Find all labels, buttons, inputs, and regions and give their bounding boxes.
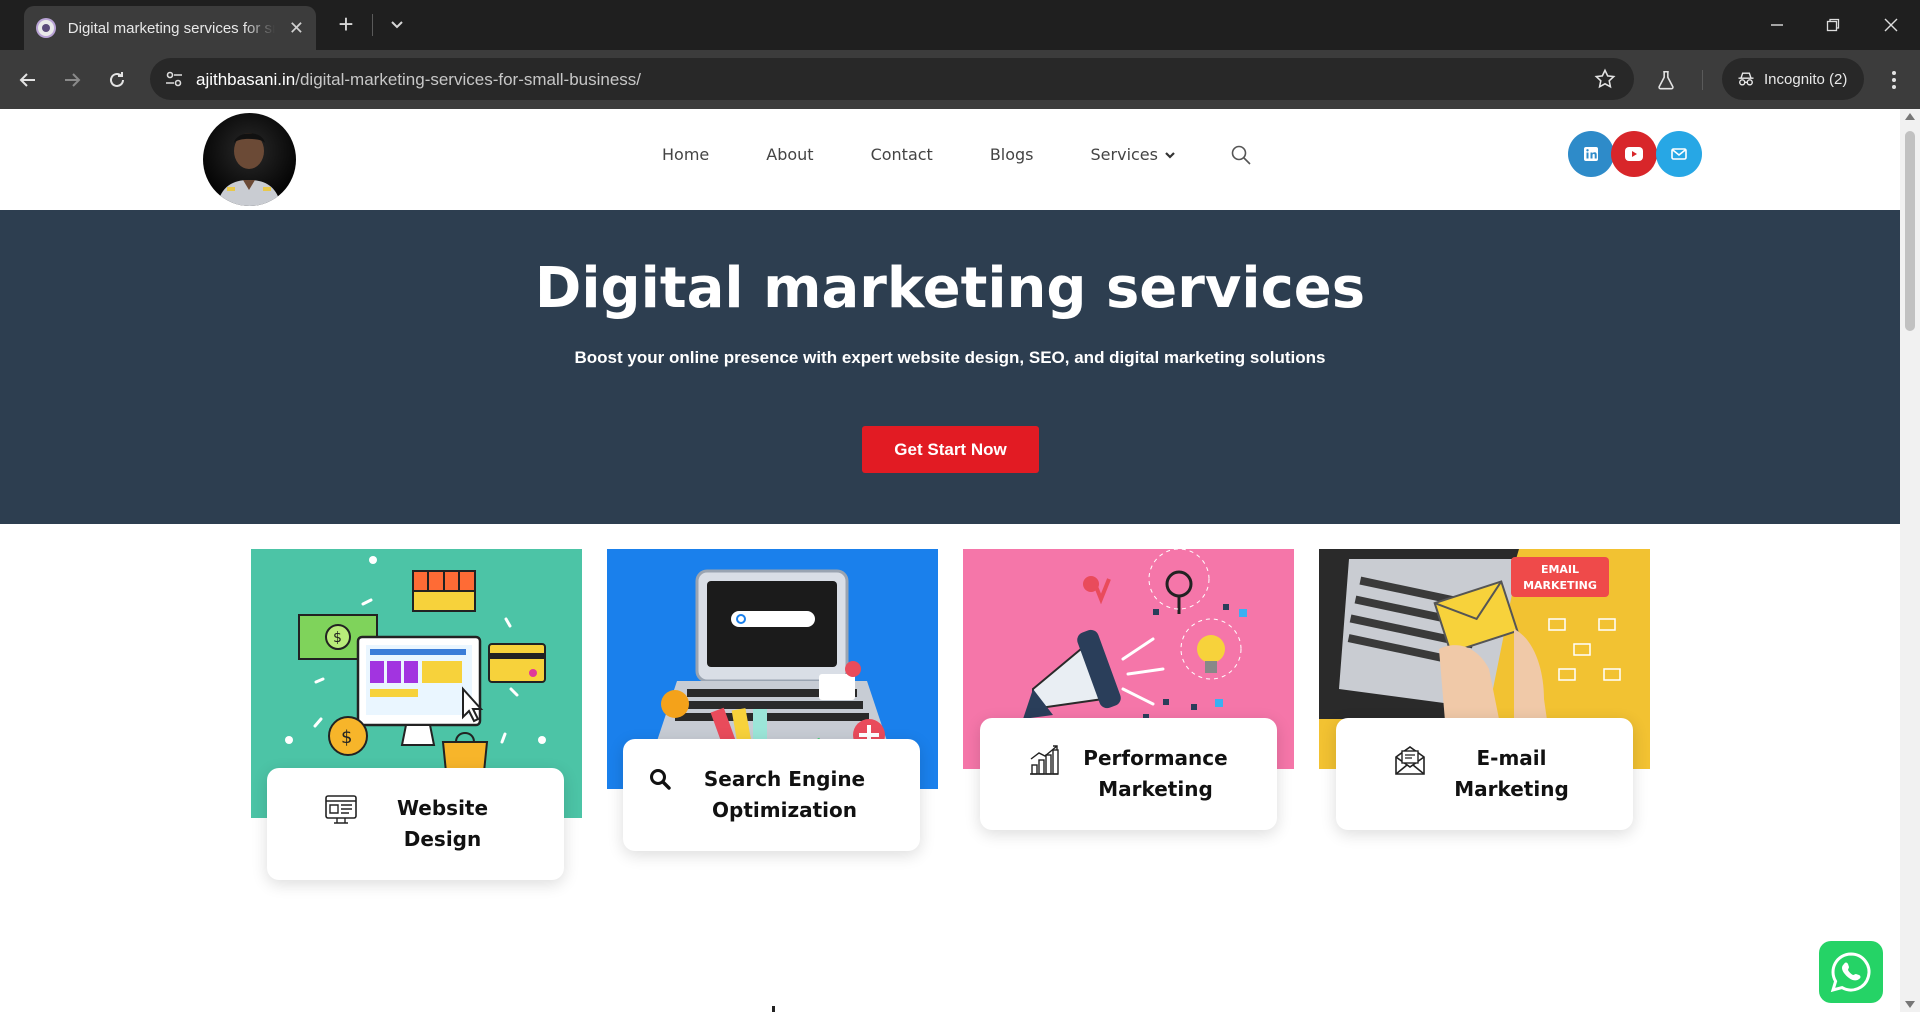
hero-section: Digital marketing services Boost your on… — [0, 210, 1900, 524]
hero-title: Digital marketing services — [534, 256, 1366, 321]
website-design-icon — [324, 795, 357, 824]
toolbar-divider — [1702, 70, 1703, 90]
whatsapp-chat-button[interactable] — [1819, 941, 1883, 1003]
main-nav: Home About Contact Blogs Services — [662, 145, 1233, 164]
site-header: Home About Contact Blogs Services — [0, 109, 1900, 210]
tab-divider — [372, 14, 373, 36]
browser-tab[interactable]: Digital marketing services for small bus… — [24, 6, 316, 50]
nav-home[interactable]: Home — [662, 145, 709, 164]
service-card-email-marketing[interactable]: E-mail Marketing — [1336, 718, 1633, 830]
incognito-button[interactable]: Incognito (2) — [1722, 58, 1864, 100]
nav-services[interactable]: Services — [1091, 145, 1176, 164]
reload-icon[interactable] — [101, 64, 133, 96]
svg-text:$: $ — [341, 727, 352, 748]
svg-text:$: $ — [333, 630, 342, 646]
nav-blogs[interactable]: Blogs — [990, 145, 1034, 164]
youtube-icon[interactable] — [1611, 131, 1657, 177]
service-card-seo[interactable]: Search Engine Optimization — [623, 739, 920, 851]
email-marketing-badge-line1: EMAIL — [1541, 563, 1579, 576]
bookmark-star-icon[interactable] — [1594, 68, 1616, 90]
address-bar[interactable]: ajithbasani.in/digital-marketing-service… — [150, 58, 1634, 100]
url-path: /digital-marketing-services-for-small-bu… — [295, 70, 642, 89]
hero-subtitle: Boost your online presence with expert w… — [574, 348, 1326, 367]
nav-contact[interactable]: Contact — [871, 145, 933, 164]
browser-menu-icon[interactable] — [1880, 64, 1908, 96]
browser-tabstrip: Digital marketing services for small bus… — [0, 0, 1920, 50]
service-label: Website Design — [324, 793, 508, 855]
email-envelope-icon — [1394, 746, 1425, 775]
get-started-button[interactable]: Get Start Now — [862, 426, 1039, 473]
scrollbar-thumb[interactable] — [1905, 131, 1915, 331]
linkedin-icon[interactable] — [1568, 131, 1614, 177]
whatsapp-icon — [1830, 952, 1871, 993]
url-host: ajithbasani.in — [196, 70, 296, 89]
service-label: Performance Marketing — [1027, 743, 1231, 805]
restore-window-icon[interactable] — [1810, 8, 1856, 42]
search-icon[interactable] — [1230, 144, 1252, 166]
email-marketing-badge-line2: MARKETING — [1523, 579, 1597, 592]
page-viewport: Home About Contact Blogs Services Digita… — [0, 109, 1900, 1012]
email-icon[interactable] — [1656, 131, 1702, 177]
service-card-performance-marketing[interactable]: Performance Marketing — [980, 718, 1277, 830]
service-label: Search Engine Optimization — [649, 764, 895, 826]
tab-title: Digital marketing services for small bus… — [67, 19, 275, 37]
service-label: E-mail Marketing — [1393, 743, 1577, 805]
close-window-icon[interactable] — [1868, 8, 1914, 42]
browser-toolbar: ajithbasani.in/digital-marketing-service… — [0, 50, 1920, 109]
nav-about[interactable]: About — [766, 145, 813, 164]
back-icon[interactable] — [12, 64, 44, 96]
bar-chart-icon — [1029, 745, 1059, 775]
scroll-up-arrow-icon[interactable] — [1905, 113, 1915, 120]
nav-services-label: Services — [1090, 145, 1158, 164]
url-text: ajithbasani.in/digital-marketing-service… — [196, 70, 641, 90]
labs-flask-icon[interactable] — [1650, 64, 1682, 96]
service-title-seo: Search Engine Optimization — [703, 767, 866, 822]
page-scrollbar[interactable] — [1900, 109, 1920, 1012]
service-card-website-design[interactable]: Website Design — [267, 768, 564, 880]
site-favicon-icon — [36, 18, 56, 38]
tab-search-chevron-icon[interactable] — [385, 12, 409, 36]
close-tab-icon[interactable]: ✕ — [289, 18, 304, 39]
forward-icon[interactable] — [56, 64, 88, 96]
scroll-down-arrow-icon[interactable] — [1905, 1001, 1915, 1008]
new-tab-icon[interactable]: + — [332, 10, 360, 38]
service-title-email-marketing: E-mail Marketing — [1454, 746, 1569, 801]
incognito-icon — [1738, 72, 1754, 86]
profile-avatar[interactable] — [203, 113, 296, 206]
service-title-performance-marketing: Performance Marketing — [1083, 746, 1228, 801]
page-divider-mark — [772, 1006, 775, 1012]
site-info-icon[interactable] — [162, 67, 186, 91]
chevron-down-icon — [1165, 151, 1175, 159]
incognito-label: Incognito (2) — [1764, 70, 1848, 88]
minimize-window-icon[interactable] — [1754, 8, 1800, 42]
search-icon — [649, 769, 671, 790]
service-title-website-design: Website Design — [396, 796, 489, 851]
